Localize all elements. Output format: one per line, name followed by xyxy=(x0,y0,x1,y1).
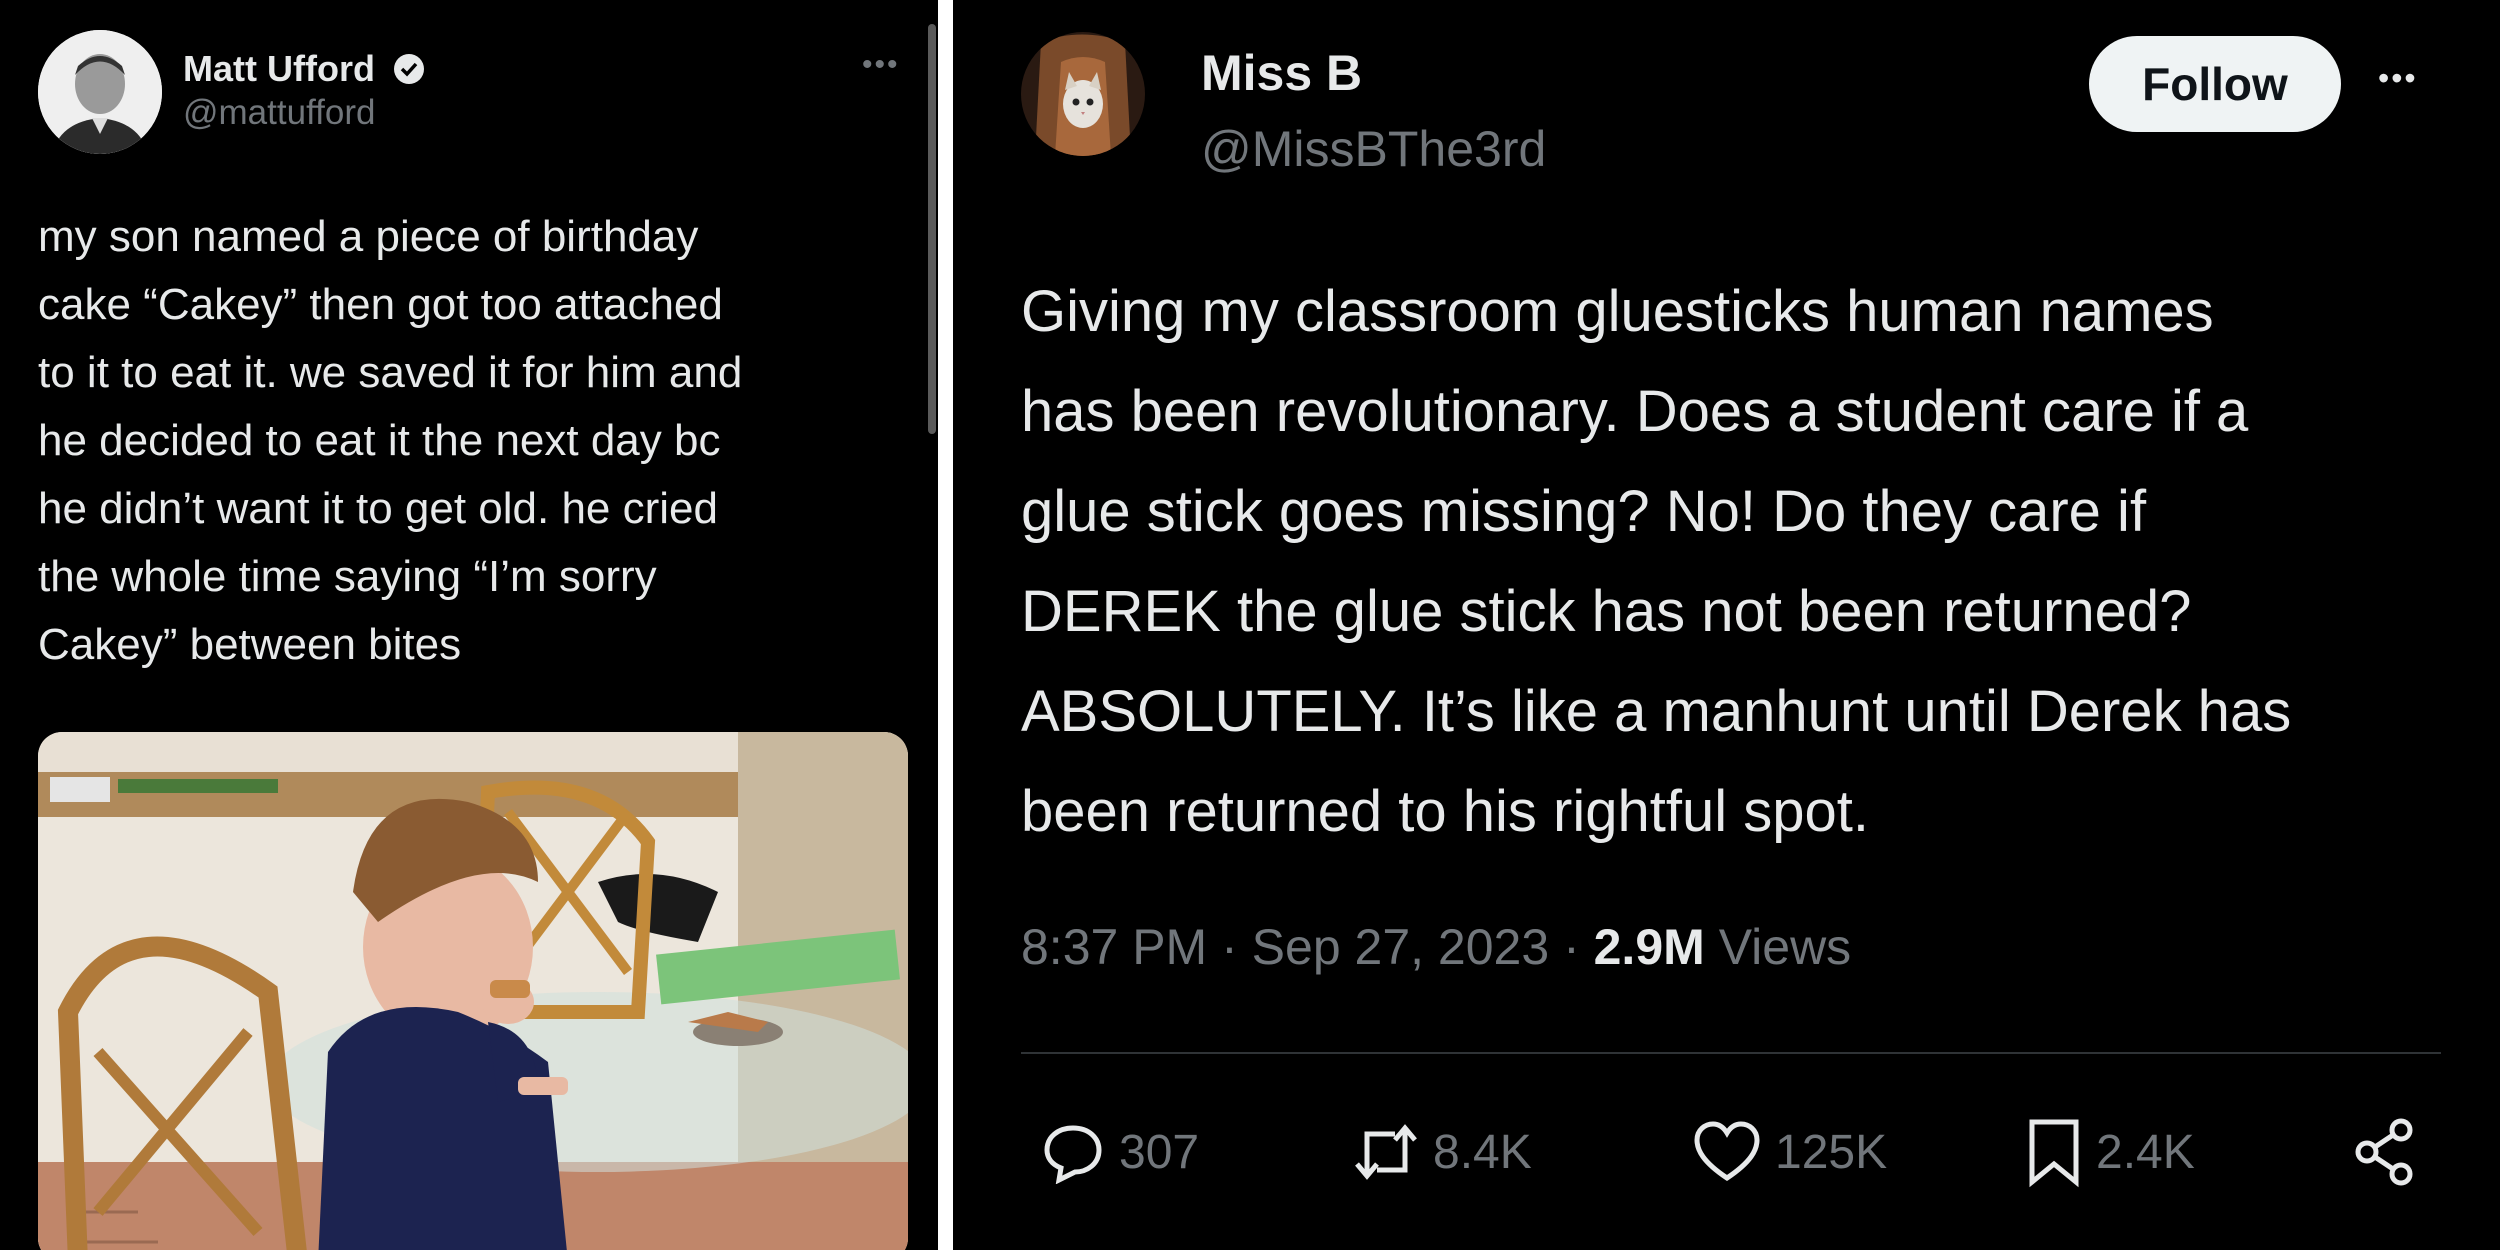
left-post-panel: Matt Ufford @mattufford ••• my son named… xyxy=(0,0,938,1250)
tweet-time[interactable]: 8:37 PM xyxy=(1021,919,1207,975)
heart-icon xyxy=(1694,1121,1760,1182)
meta-separator: · xyxy=(1563,919,1594,975)
reply-button[interactable]: 307 xyxy=(1041,1120,1199,1184)
tweet-meta: 8:37 PM · Sep 27, 2023 · 2.9M Views xyxy=(1021,918,1851,976)
tweet-text: Giving my classroom gluesticks human nam… xyxy=(1021,279,2292,844)
tweet-photo[interactable] xyxy=(38,732,908,1250)
author-handle[interactable]: @MissBThe3rd xyxy=(1201,120,1546,178)
share-button[interactable] xyxy=(2351,1116,2419,1188)
bookmark-button[interactable]: 2.4K xyxy=(2026,1116,2195,1188)
right-post-panel: Miss B @MissBThe3rd Follow ••• Giving my… xyxy=(953,0,2500,1250)
miss-b-avatar[interactable] xyxy=(1021,32,1145,156)
verified-badge-icon xyxy=(392,52,426,86)
more-horizontal-icon[interactable]: ••• xyxy=(862,48,900,82)
matt-ufford-avatar[interactable] xyxy=(38,30,162,154)
like-count: 125K xyxy=(1775,1125,1888,1179)
follow-button[interactable]: Follow xyxy=(2089,36,2341,132)
views-label: Views xyxy=(1718,919,1852,975)
repost-button[interactable]: 8.4K xyxy=(1353,1120,1532,1184)
reply-icon xyxy=(1044,1125,1102,1184)
author-name[interactable]: Miss B xyxy=(1201,44,1362,102)
reply-count: 307 xyxy=(1119,1125,1200,1179)
scrollbar[interactable] xyxy=(928,24,936,434)
repost-count: 8.4K xyxy=(1433,1125,1532,1179)
tweet-date[interactable]: Sep 27, 2023 xyxy=(1252,919,1550,975)
author-name[interactable]: Matt Ufford xyxy=(183,48,375,90)
divider xyxy=(1021,1052,2441,1054)
tweet-text: my son named a piece of birthday cake “C… xyxy=(38,212,743,669)
share-icon xyxy=(2355,1118,2413,1186)
like-button[interactable]: 125K xyxy=(1693,1120,1887,1184)
bookmark-icon xyxy=(2029,1119,2079,1188)
meta-separator: · xyxy=(1221,919,1252,975)
more-horizontal-icon[interactable]: ••• xyxy=(2378,60,2418,97)
author-handle[interactable]: @mattufford xyxy=(183,93,375,133)
views-count: 2.9M xyxy=(1593,919,1705,975)
bookmark-count: 2.4K xyxy=(2096,1125,2195,1179)
repost-icon xyxy=(1355,1124,1417,1180)
